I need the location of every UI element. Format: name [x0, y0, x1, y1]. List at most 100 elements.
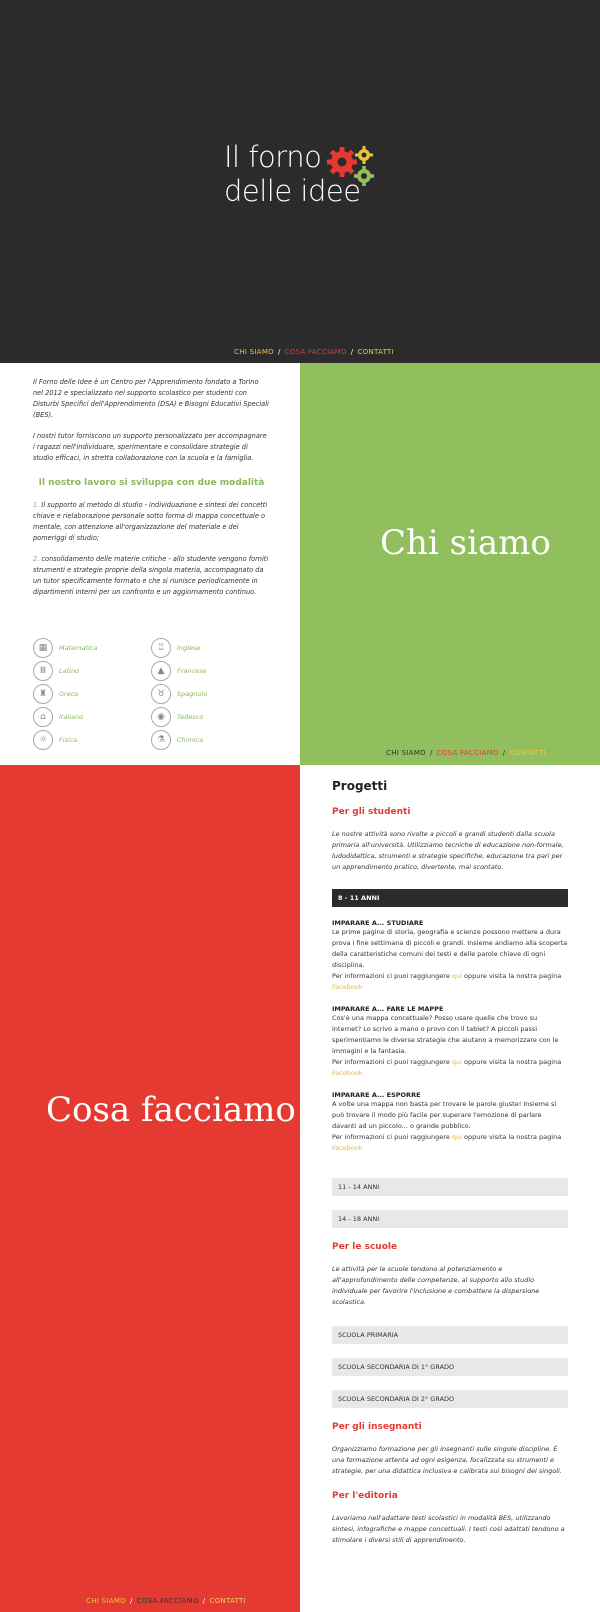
editoria-heading: Per l'editoria — [332, 1491, 398, 1501]
site-logo[interactable]: Il forno delle idee — [224, 140, 384, 220]
age-tab-11-14[interactable]: 11 - 14 ANNI — [332, 1178, 568, 1196]
modalita-title: Il nostro lavoro si sviluppa con due mod… — [38, 478, 265, 488]
progetti-content: Progetti Per gli studenti Le nostre atti… — [300, 765, 600, 1612]
logo-line-1: Il forno — [224, 140, 322, 174]
nav-sep: / — [278, 348, 281, 356]
nav-contatti[interactable]: CONTATTI — [357, 348, 394, 356]
subject-label: Chimica — [177, 736, 204, 744]
bulb-icon: ☼ — [33, 730, 53, 750]
intro-paragraph-2: I nostri tutor forniscono un supporto pe… — [33, 432, 267, 462]
insegnanti-text: Organizziamo formazione per gli insegnan… — [332, 1445, 562, 1475]
scuole-text: Le attività per le scuole tendono al pot… — [332, 1265, 540, 1306]
nav-sep: / — [130, 1597, 133, 1605]
insegnanti-heading: Per gli insegnanti — [332, 1422, 422, 1432]
subject-fisica: ☼ Fisica — [33, 729, 77, 751]
subject-label: Fisica — [59, 736, 78, 744]
qui-link[interactable]: qui — [452, 1133, 462, 1141]
column-icon: Ⅲ — [33, 661, 53, 681]
age-tab-8-11[interactable]: 8 - 11 ANNI — [332, 889, 568, 907]
info-line: Per informazioni ci puoi raggiungere qui… — [332, 971, 568, 993]
subject-label: Spagnolo — [177, 690, 208, 698]
info-text: oppure visita la nostra pagina — [464, 972, 562, 980]
info-line: Per informazioni ci puoi raggiungere qui… — [332, 1057, 568, 1079]
modalita-2-number: 2. — [33, 555, 40, 563]
qui-link[interactable]: qui — [452, 972, 462, 980]
nav-cosa-facciamo[interactable]: COSA FACCIAMO — [137, 1597, 199, 1605]
subject-label: Greco — [59, 690, 79, 698]
beer-icon: ◉ — [151, 707, 171, 727]
qui-link[interactable]: qui — [452, 1058, 462, 1066]
subject-label: Francese — [177, 667, 207, 675]
studenti-text: Le nostre attività sono rivolte a piccol… — [332, 830, 564, 871]
subject-greco: ♜ Greco — [33, 683, 78, 705]
nav-chi-siamo[interactable]: CHI SIAMO — [234, 348, 274, 356]
info-text: Per informazioni ci puoi raggiungere — [332, 1133, 450, 1141]
modalita-1-number: 1. — [33, 501, 40, 509]
subject-matematica: ▦ Matematica — [33, 637, 97, 659]
eiffel-icon: ▲ — [151, 661, 171, 681]
subject-tedesco: ◉ Tedesco — [151, 706, 203, 728]
modalita-2: 2. consolidamento delle materie critiche… — [33, 554, 270, 598]
top-nav: CHI SIAMO / COSA FACCIAMO / CONTATTI — [234, 348, 394, 356]
item-title-mappe: IMPARARE A... FARE LE MAPPE — [332, 1005, 444, 1013]
subject-spagnolo: ♉ Spagnolo — [151, 683, 207, 705]
chi-siamo-title: Chi siamo — [380, 523, 551, 563]
subject-label: Latino — [59, 667, 80, 675]
item-text-esporre: A volte una mappa non basta per trovare … — [332, 1100, 557, 1130]
tab-secondaria-2[interactable]: SCUOLA SECONDARIA DI 2° GRADO — [332, 1390, 568, 1408]
hero-header: Il forno delle idee CHI SIAMO / COSA FAC… — [0, 0, 600, 363]
nav-sep: / — [350, 348, 354, 356]
info-text: Per informazioni ci puoi raggiungere — [332, 1058, 450, 1066]
facebook-link[interactable]: Facebook — [332, 983, 363, 991]
age-tab-14-18[interactable]: 14 - 18 ANNI — [332, 1210, 568, 1228]
tab-scuola-primaria[interactable]: SCUOLA PRIMARIA — [332, 1326, 568, 1344]
gears-icon — [327, 146, 374, 186]
subject-chimica: ⚗ Chimica — [151, 729, 203, 751]
cosa-facciamo-title: Cosa facciamo — [46, 1090, 296, 1130]
intro-paragraph-1: Il Forno delle Idee è un Centro per l'Ap… — [33, 378, 269, 419]
big-ben-icon: ♖ — [151, 638, 171, 658]
item-title-studiare: IMPARARE A... STUDIARE — [332, 919, 424, 927]
tab-secondaria-1[interactable]: SCUOLA SECONDARIA DI 1° GRADO — [332, 1358, 568, 1376]
cosa-facciamo-banner: Cosa facciamo CHI SIAMO / COSA FACCIAMO / CO… — [0, 765, 300, 1612]
facebook-link[interactable]: Facebook — [332, 1069, 363, 1077]
modalita-2-text: consolidamento delle materie critiche - … — [33, 555, 269, 596]
subject-francese: ▲ Francese — [151, 660, 206, 682]
subject-label: Italiano — [59, 713, 84, 721]
scuole-heading: Per le scuole — [332, 1242, 398, 1252]
modalita-1: 1. Il supporto al metodo di studio - ind… — [33, 500, 270, 544]
nav-chi-siamo[interactable]: CHI SIAMO — [386, 749, 426, 757]
editoria-text: Lavoriamo nell'adattare testi scolastici… — [332, 1514, 565, 1544]
nav-sep: / — [202, 1597, 206, 1605]
nav-sep: / — [502, 749, 506, 757]
subject-inglese: ♖ Inglese — [151, 637, 200, 659]
section-nav: CHI SIAMO / COSA FACCIAMO / CONTATTI — [386, 749, 546, 757]
nav-sep: / — [430, 749, 433, 757]
info-text: oppure visita la nostra pagina — [464, 1058, 562, 1066]
nav-contatti[interactable]: CONTATTI — [209, 1597, 246, 1605]
info-text: Per informazioni ci puoi raggiungere — [332, 972, 450, 980]
item-text-studiare: Le prime pagine di storia, geografia e s… — [332, 928, 568, 969]
subject-label: Tedesco — [177, 713, 204, 721]
nav-chi-siamo[interactable]: CHI SIAMO — [86, 1597, 126, 1605]
item-text-mappe: Cos'è una mappa concettuale? Posso usare… — [332, 1014, 559, 1055]
subject-latino: Ⅲ Latino — [33, 660, 79, 682]
bottom-nav: CHI SIAMO / COSA FACCIAMO / CONTATTI — [86, 1597, 246, 1605]
subject-label: Matematica — [59, 644, 98, 652]
nav-cosa-facciamo[interactable]: COSA FACCIAMO — [437, 749, 499, 757]
bull-icon: ♉ — [151, 684, 171, 704]
calculator-icon: ▦ — [33, 638, 53, 658]
facebook-link[interactable]: Facebook — [332, 1144, 363, 1152]
chi-siamo-banner: Chi siamo CHI SIAMO / COSA FACCIAMO / CONTAT… — [300, 363, 600, 765]
progetti-title: Progetti — [332, 779, 388, 793]
modalita-1-text: Il supporto al metodo di studio - indivi… — [33, 501, 268, 542]
flask-icon: ⚗ — [151, 730, 171, 750]
nav-cosa-facciamo[interactable]: COSA FACCIAMO — [285, 348, 347, 356]
nav-contatti[interactable]: CONTATTI — [509, 749, 546, 757]
colosseum-icon: ⌂ — [33, 707, 53, 727]
info-text: oppure visita la nostra pagina — [464, 1133, 562, 1141]
helmet-icon: ♜ — [33, 684, 53, 704]
subject-label: Inglese — [177, 644, 201, 652]
subject-italiano: ⌂ Italiano — [33, 706, 83, 728]
info-line: Per informazioni ci puoi raggiungere qui… — [332, 1132, 568, 1154]
